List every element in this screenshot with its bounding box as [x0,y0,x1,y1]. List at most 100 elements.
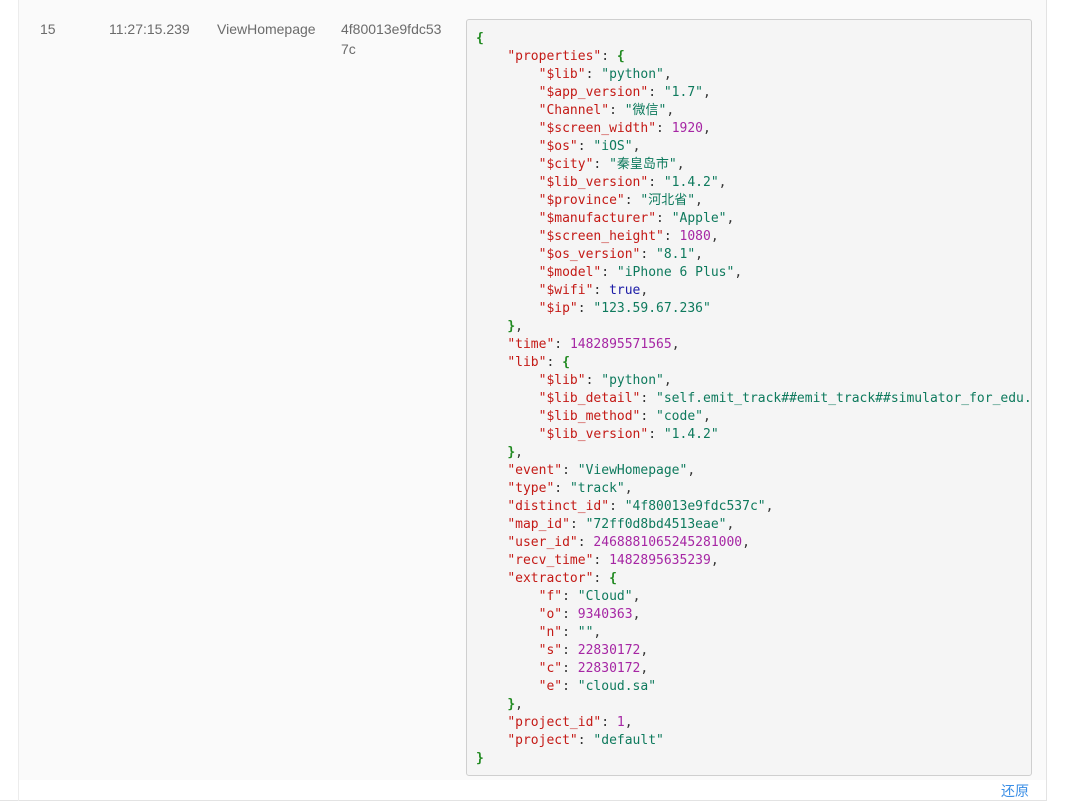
json-line: "user_id": 2468881065245281000, [476,534,1031,552]
json-line: }, [476,696,1031,714]
json-token: , [703,85,711,100]
json-line: "n": "", [476,624,1031,642]
json-token: "project_id" [507,715,602,730]
json-token: : [585,373,602,388]
json-line: "$os": "iOS", [476,138,1031,156]
json-token: { [616,49,625,64]
json-line: "$screen_width": 1920, [476,120,1031,138]
json-token: "properties" [507,49,602,64]
json-token: "$lib_version" [538,427,649,442]
event-detail-panel: 15 11:27:15.239 ViewHomepage 4f80013e9fd… [0,0,1047,801]
json-line: "$lib_version": "1.4.2", [476,174,1031,192]
json-token: "time" [507,337,555,352]
json-token: } [507,697,516,712]
json-token: "distinct_id" [507,499,610,514]
json-token: "$model" [538,265,602,280]
json-token: : [546,355,563,370]
json-token: "$screen_height" [538,229,664,244]
json-token: : [562,607,578,622]
json-token: "extractor" [507,571,594,586]
json-line: "o": 9340363, [476,606,1031,624]
json-line: "project_id": 1, [476,714,1031,732]
json-token: : [577,733,594,748]
json-token: "8.1" [656,247,696,262]
json-token: : [554,481,570,496]
json-token: "type" [507,481,555,496]
json-token: , [663,67,672,82]
json-token: , [710,229,719,244]
json-token: : [601,49,617,64]
json-token: "$os" [538,139,578,154]
json-line: "$city": "秦皇岛市", [476,156,1031,174]
json-token: "$lib" [538,373,586,388]
json-line: "$screen_height": 1080, [476,228,1031,246]
json-token: : [562,679,578,694]
json-token: , [640,643,649,658]
json-token: "123.59.67.236" [593,301,711,316]
json-line: "c": 22830172, [476,660,1031,678]
json-token: "recv_time" [507,553,594,568]
json-token: "user_id" [507,535,578,550]
json-token: : [640,391,657,406]
json-line: "lib": { [476,354,1031,372]
row-index: 15 [40,21,56,37]
json-token: : [640,409,657,424]
json-line: }, [476,444,1031,462]
json-token: } [476,751,484,766]
json-token: "$lib_version" [538,175,649,190]
json-token: : [554,337,570,352]
json-token: , [695,247,703,262]
json-token: "$wifi" [538,283,594,298]
json-token: , [515,445,523,460]
json-token: "$city" [538,157,594,172]
json-token: : [593,553,610,568]
row-distinct-id: 4f80013e9fdc537c [341,21,442,57]
json-token: , [632,607,641,622]
json-token: , [718,175,727,190]
json-token: : [601,715,617,730]
json-token: "Channel" [538,103,610,118]
json-line: "$lib_version": "1.4.2" [476,426,1031,444]
json-token: "code" [656,409,703,424]
json-token: , [703,121,711,136]
json-token: "python" [601,373,664,388]
json-token: , [710,553,719,568]
json-token: "$ip" [538,301,578,316]
json-token: "map_id" [507,517,570,532]
json-line: "recv_time": 1482895635239, [476,552,1031,570]
json-token: "self.emit_track##emit_track##simulator_… [656,391,1032,406]
json-token: } [507,319,516,334]
json-token: "s" [538,643,563,658]
json-line: "$province": "河北省", [476,192,1031,210]
json-token: , [640,283,649,298]
json-token: , [640,661,649,676]
json-token: "python" [601,67,664,82]
json-line: } [476,750,1031,768]
json-token: "$province" [538,193,625,208]
row-time: 11:27:15.239 [109,21,190,37]
json-line: "$lib": "python", [476,66,1031,84]
json-token: "ViewHomepage" [577,463,688,478]
json-viewer[interactable]: { "properties": { "$lib": "python", "$ap… [466,19,1032,776]
json-token: "n" [538,625,563,640]
json-token: { [609,571,617,586]
json-line: "time": 1482895571565, [476,336,1031,354]
json-token: "lib" [507,355,547,370]
json-token: "72ff0d8bd4513eae" [585,517,727,532]
json-line: "$manufacturer": "Apple", [476,210,1031,228]
json-token: : [577,301,594,316]
json-token: : [593,571,610,586]
json-line: "$model": "iPhone 6 Plus", [476,264,1031,282]
json-token: 1 [616,715,625,730]
json-token: 1482895571565 [569,337,672,352]
json-token: "project" [507,733,578,748]
json-token: : [663,229,680,244]
json-token: : [593,157,610,172]
json-token: 1080 [679,229,711,244]
json-token: "" [577,625,594,640]
restore-link[interactable]: 还原 [1001,781,1029,801]
json-token: , [663,373,672,388]
row-event-name: ViewHomepage [217,21,316,37]
json-token: , [593,625,602,640]
json-token: { [562,355,570,370]
